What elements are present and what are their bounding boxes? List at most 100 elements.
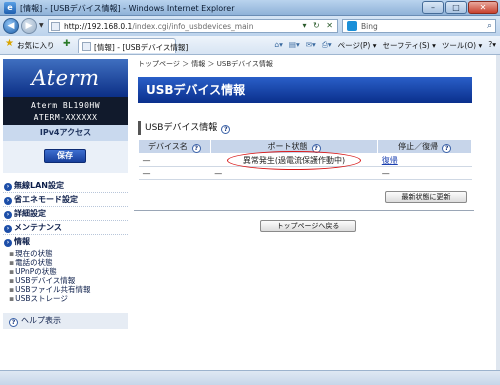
close-button[interactable]: ✕ <box>468 1 498 14</box>
maximize-button[interactable]: □ <box>445 1 467 14</box>
arrow-icon: › <box>4 225 12 233</box>
add-favorite-icon[interactable]: ✚ <box>63 39 71 49</box>
model-name: Aterm BL190HW <box>30 101 101 110</box>
safety-menu[interactable]: セーフティ(S) ▾ <box>382 40 435 51</box>
sidebar-item-label: 詳細設定 <box>14 209 46 218</box>
header-label: ポート状態 <box>267 141 308 151</box>
save-area: 保存 <box>3 141 128 173</box>
arrow-icon: › <box>4 211 12 219</box>
tab-label: [情報] - [USBデバイス情報] <box>94 43 189 52</box>
home-icon[interactable]: ⌂▾ <box>274 40 283 51</box>
url-host: http://192.168.0.1 <box>64 22 133 31</box>
help-icon[interactable]: ? <box>191 143 201 153</box>
usb-device-table: デバイス名? ポート状態? 停止／復帰? — 異常発生(過電流保護作動中) 復帰… <box>138 139 472 180</box>
window-titlebar: e [情報] - [USBデバイス情報] - Windows Internet … <box>0 0 500 16</box>
bullet-icon: ▪ <box>9 276 15 285</box>
section-title-text: USBデバイス情報 <box>145 123 218 133</box>
forward-button[interactable]: ▶ <box>21 18 37 34</box>
submenu-label: 電話の状態 <box>15 258 53 267</box>
breadcrumb: トップページ ＞ 情報 ＞ USBデバイス情報 <box>138 60 273 68</box>
sidebar-item-label: 省エネモード設定 <box>14 195 78 204</box>
sidebar-item-info[interactable]: › 情報 <box>3 235 128 249</box>
error-status: 異常発生(過電流保護作動中) <box>226 150 362 170</box>
bullet-icon: ▪ <box>9 267 15 276</box>
model-info: Aterm BL190HW ATERM-XXXXXX <box>3 97 128 125</box>
cell-port-status: 異常発生(過電流保護作動中) <box>210 150 378 170</box>
sidebar: Aterm Aterm BL190HW ATERM-XXXXXX IPv4アクセ… <box>3 55 128 370</box>
back-button[interactable]: ◀ <box>3 18 19 34</box>
window-title: [情報] - [USBデバイス情報] - Windows Internet Ex… <box>20 4 235 13</box>
submenu-label: 現在の状態 <box>15 249 53 258</box>
resume-link[interactable]: 復帰 <box>382 156 398 165</box>
search-input[interactable]: Bing ⌕ <box>342 19 496 33</box>
submenu-upnp-status[interactable]: ▪UPnPの状態 <box>3 267 128 276</box>
page-title: USBデバイス情報 <box>138 77 472 103</box>
search-icon[interactable]: ⌕ <box>487 21 492 31</box>
sidebar-item-wireless-lan[interactable]: › 無線LAN設定 <box>3 179 128 193</box>
aterm-logo: Aterm <box>3 59 128 97</box>
sidebar-item-eco-mode[interactable]: › 省エネモード設定 <box>3 193 128 207</box>
mail-icon[interactable]: ✉▾ <box>306 40 316 51</box>
help-menu[interactable]: ?▾ <box>488 40 496 51</box>
favorites-button[interactable]: お気に入り <box>17 40 55 51</box>
main-content: トップページ ＞ 情報 ＞ USBデバイス情報 USBデバイス情報 USBデバイ… <box>134 55 474 370</box>
address-input[interactable]: http://192.168.0.1/index.cgi/info_usbdev… <box>48 19 338 33</box>
url-path: /index.cgi/info_usbdevices_main <box>132 22 254 31</box>
arrow-icon: › <box>4 197 12 205</box>
refresh-stop-icons[interactable]: ▾ ↻ ✕ <box>302 21 335 30</box>
help-toggle[interactable]: ? ヘルプ表示 <box>3 313 128 329</box>
submenu-phone-status[interactable]: ▪電話の状態 <box>3 258 128 267</box>
search-placeholder: Bing <box>361 22 378 31</box>
page-icon <box>51 22 60 31</box>
cell-action: 復帰 <box>377 153 472 167</box>
submenu-label: USBファイル共有情報 <box>15 285 91 294</box>
bullet-icon: ▪ <box>9 258 15 267</box>
tab-page-icon <box>82 42 91 51</box>
table-row: — 異常発生(過電流保護作動中) 復帰 <box>138 150 472 170</box>
favorites-bar: ★ お気に入り ✚ [情報] - [USBデバイス情報] ⌂▾ ▤▾ ✉▾ ⎙▾… <box>0 36 500 55</box>
header-stop-resume: 停止／復帰? <box>377 139 472 154</box>
help-label: ヘルプ表示 <box>21 316 61 325</box>
section-title: USBデバイス情報? <box>138 121 231 135</box>
submenu-usb-file-sharing[interactable]: ▪USBファイル共有情報 <box>3 285 128 294</box>
arrow-icon: › <box>4 239 12 247</box>
arrow-icon: › <box>4 183 12 191</box>
divider <box>134 210 474 211</box>
vertical-scrollbar[interactable] <box>496 55 500 370</box>
help-icon: ? <box>9 318 18 327</box>
sidebar-item-label: 無線LAN設定 <box>14 181 64 190</box>
sidebar-item-maintenance[interactable]: › メンテナンス <box>3 221 128 235</box>
window-controls: – □ ✕ <box>422 1 498 14</box>
bullet-icon: ▪ <box>9 294 15 303</box>
cell-action: — <box>377 166 472 180</box>
bullet-icon: ▪ <box>9 285 15 294</box>
back-to-top-button[interactable]: トップページへ戻る <box>260 220 356 232</box>
submenu-usb-device-info[interactable]: ▪USBデバイス情報 <box>3 276 128 285</box>
history-dropdown-icon[interactable]: ▼ <box>39 22 44 29</box>
bullet-icon: ▪ <box>9 249 15 258</box>
print-icon[interactable]: ⎙▾ <box>322 40 332 51</box>
access-mode: IPv4アクセス <box>3 125 128 141</box>
address-url: http://192.168.0.1/index.cgi/info_usbdev… <box>64 22 254 31</box>
tools-menu[interactable]: ツール(O) ▾ <box>442 40 482 51</box>
command-bar: ⌂▾ ▤▾ ✉▾ ⎙▾ ページ(P) ▾ セーフティ(S) ▾ ツール(O) ▾… <box>274 40 496 51</box>
submenu-usb-storage[interactable]: ▪USBストレージ <box>3 294 128 303</box>
sidebar-item-advanced[interactable]: › 詳細設定 <box>3 207 128 221</box>
page-menu[interactable]: ページ(P) ▾ <box>338 40 377 51</box>
submenu-label: UPnPの状態 <box>15 267 57 276</box>
minimize-button[interactable]: – <box>422 1 444 14</box>
refresh-status-button[interactable]: 最新状態に更新 <box>385 191 467 203</box>
sidebar-item-label: メンテナンス <box>14 223 62 232</box>
browser-tab[interactable]: [情報] - [USBデバイス情報] <box>78 38 188 53</box>
address-toolbar: ◀ ▶ ▼ http://192.168.0.1/index.cgi/info_… <box>0 16 500 36</box>
save-button[interactable]: 保存 <box>44 149 86 163</box>
header-label: デバイス名 <box>148 141 188 151</box>
favorites-star-icon[interactable]: ★ <box>5 38 14 49</box>
cell-device-name: — <box>138 166 211 180</box>
feeds-icon[interactable]: ▤▾ <box>289 40 300 51</box>
submenu-current-status[interactable]: ▪現在の状態 <box>3 249 128 258</box>
help-icon[interactable]: ? <box>442 143 452 153</box>
status-bar <box>0 370 500 385</box>
help-icon[interactable]: ? <box>221 125 231 134</box>
header-device-name: デバイス名? <box>138 139 211 154</box>
